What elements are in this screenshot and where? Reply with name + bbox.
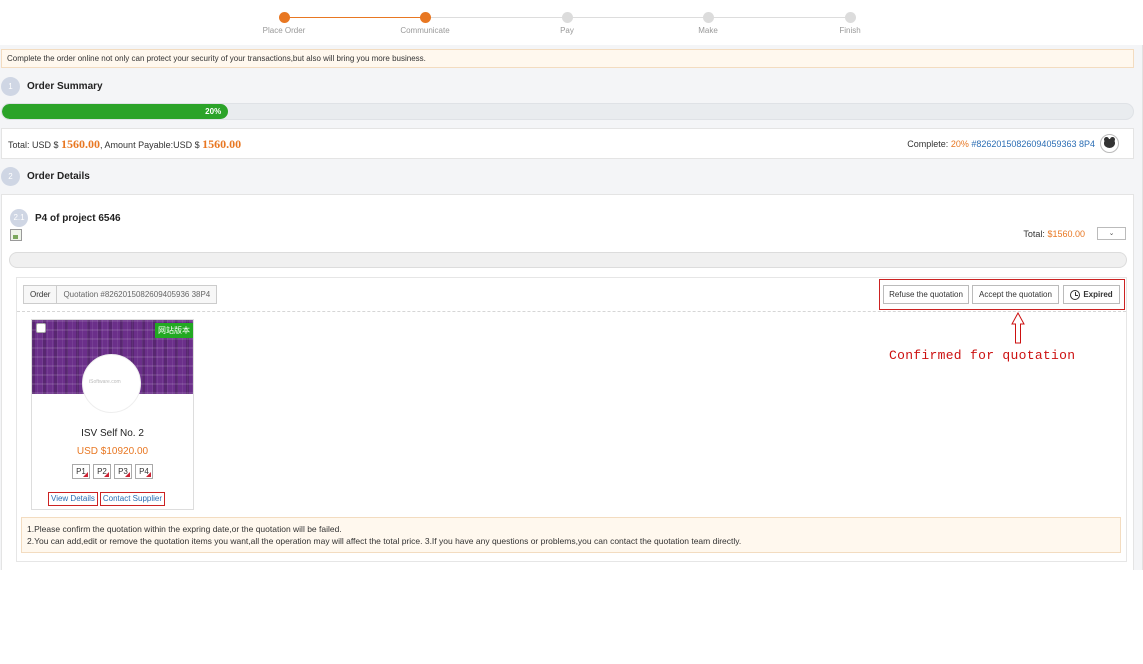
tag-p3[interactable]: P3 [114, 464, 132, 479]
product-card: 网站版本 iSoftware.com ISV Self No. 2 USD $1… [31, 319, 194, 510]
quotation-box: Order Quotation #8262015082609405936 38P… [16, 277, 1127, 562]
phase-tags: P1 P2 P3 P4 [72, 464, 156, 479]
up-arrow-icon [1011, 312, 1025, 344]
sub-section-number: 2.1 [10, 209, 28, 227]
step-communicate: Communicate [385, 12, 465, 35]
total-amount: 1560.00 [61, 137, 101, 151]
tag-p4[interactable]: P4 [135, 464, 153, 479]
tag-p1[interactable]: P1 [72, 464, 90, 479]
order-details-header: 2 Order Details [0, 165, 90, 187]
quotation-toolbar: Order Quotation #8262015082609405936 38P… [17, 278, 1126, 312]
quotation-actions: Refuse the quotation Accept the quotatio… [879, 279, 1125, 310]
breadcrumb-order[interactable]: Order [24, 286, 58, 303]
section-number: 1 [1, 76, 20, 96]
page: Place Order Communicate Pay Make Finish … [0, 0, 1143, 570]
info-notes: 1.Please confirm the quotation within th… [21, 517, 1121, 553]
payable-amount: 1560.00 [202, 137, 242, 151]
notice-banner: Complete the order online not only can p… [1, 49, 1134, 68]
product-price: USD $10920.00 [76, 446, 149, 457]
section-title: Order Summary [27, 80, 103, 92]
refuse-quotation-button[interactable]: Refuse the quotation [883, 285, 969, 304]
clock-icon [1070, 289, 1081, 300]
info-line-1: 1.Please confirm the quotation within th… [27, 524, 342, 534]
breadcrumb: Order Quotation #8262015082609405936 38P… [23, 285, 218, 304]
info-line-2: 2.You can add,edit or remove the quotati… [27, 536, 742, 546]
section-title: Order Details [27, 170, 90, 182]
broken-image-icon [10, 229, 22, 241]
step-pay: Pay [527, 12, 607, 35]
section-number: 2 [1, 166, 20, 186]
expand-dropdown-button[interactable]: ⌄ [1097, 227, 1126, 240]
expired-button[interactable]: Expired [1063, 285, 1120, 304]
totals-bar: Total: USD $ 1560.00, Amount Payable:USD… [1, 128, 1134, 159]
step-finish: Finish [810, 12, 890, 35]
order-id-link[interactable]: #82620150826094059363 8P4 [971, 139, 1095, 149]
accept-quotation-button[interactable]: Accept the quotation [972, 285, 1059, 304]
supplier-logo: iSoftware.com [82, 354, 141, 413]
progress-fill: 20% [2, 104, 229, 119]
step-place-order: Place Order [244, 12, 324, 35]
product-name: ISV Self No. 2 [81, 428, 144, 439]
step-make: Make [668, 12, 748, 35]
view-details-link[interactable]: View Details [48, 492, 98, 506]
project-title: P4 of project 6546 [35, 212, 121, 224]
tag-p2[interactable]: P2 [93, 464, 111, 479]
card-links: View Details Contact Supplier [48, 492, 167, 506]
order-steps: Place Order Communicate Pay Make Finish [0, 0, 1143, 45]
project-total: Total: $1560.00 [1023, 229, 1085, 239]
project-progress-bar [9, 252, 1127, 268]
select-checkbox[interactable] [36, 323, 46, 333]
order-details-panel: 2.1 P4 of project 6546 Total: $1560.00 ⌄… [1, 194, 1134, 570]
step-line-pending [425, 17, 850, 18]
order-progress-bar: 20% [1, 103, 1134, 120]
complete-percent: 20% [950, 139, 969, 149]
order-summary-header: 1 Order Summary [0, 75, 103, 97]
totals-text: Total: USD $ 1560.00, Amount Payable:USD… [8, 137, 242, 151]
project-header: 2.1 P4 of project 6546 [9, 209, 121, 227]
version-badge: 网站版本 [155, 323, 193, 338]
annotation-label: Confirmed for quotation [889, 348, 1076, 363]
avatar[interactable] [1100, 134, 1119, 153]
completion-info: Complete: 20% #82620150826094059363 8P4 [907, 139, 1095, 149]
contact-supplier-link[interactable]: Contact Supplier [99, 492, 166, 506]
breadcrumb-quotation: Quotation #8262015082609405936 38P4 [63, 290, 211, 299]
chevron-down-icon: ⌄ [1108, 230, 1115, 237]
